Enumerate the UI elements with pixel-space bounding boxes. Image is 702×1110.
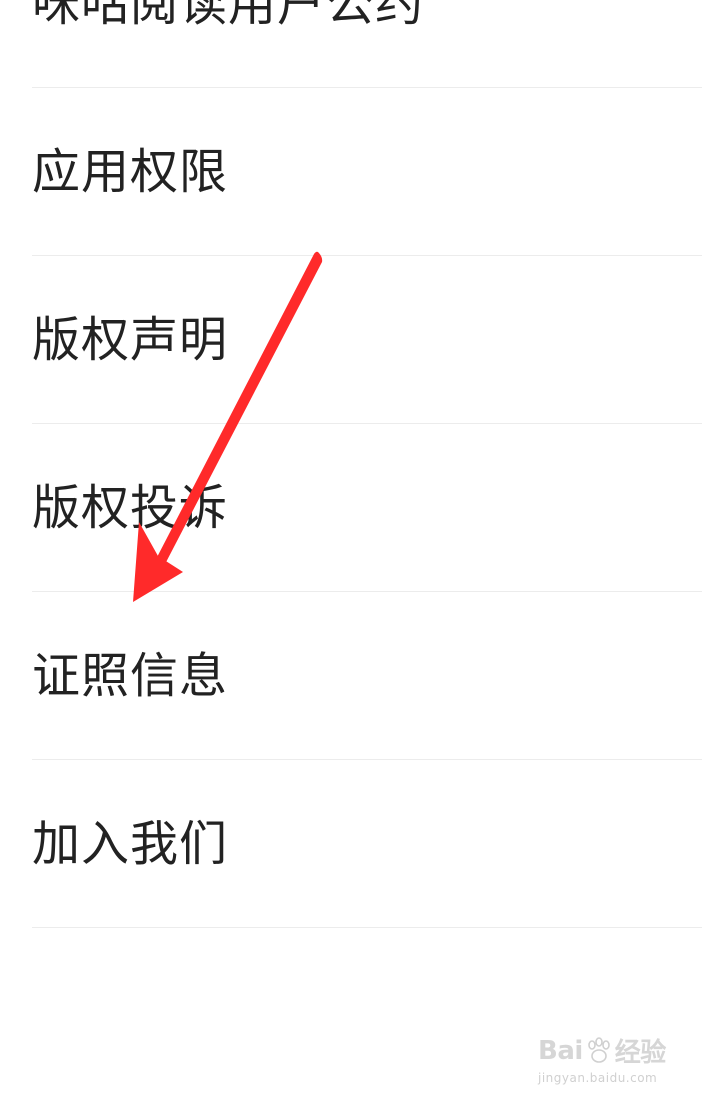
- menu-item-join-us[interactable]: 加入我们: [32, 760, 702, 928]
- watermark-brand: Bai 经验: [538, 1032, 668, 1069]
- menu-item-app-permissions[interactable]: 应用权限: [32, 88, 702, 256]
- menu-item-license-info[interactable]: 证照信息: [32, 592, 702, 760]
- watermark-brand-right: 经验: [614, 1038, 667, 1068]
- menu-item-label: 应用权限: [32, 143, 229, 200]
- baidu-paw-icon: [587, 1036, 610, 1063]
- menu-item-label: 证照信息: [32, 647, 229, 704]
- menu-item-label: 版权声明: [32, 311, 229, 368]
- watermark-url: jingyan.baidu.com: [538, 1071, 658, 1085]
- menu-item-label: 咪咕阅读用户公约: [32, 0, 425, 32]
- menu-item-copyright-statement[interactable]: 版权声明: [32, 256, 702, 424]
- menu-item-user-agreement[interactable]: 咪咕阅读用户公约: [32, 0, 702, 88]
- menu-item-copyright-complaint[interactable]: 版权投诉: [32, 424, 702, 592]
- settings-menu-list: 咪咕阅读用户公约 应用权限 版权声明 版权投诉 证照信息 加入我们: [0, 0, 702, 928]
- menu-item-label: 版权投诉: [32, 479, 229, 536]
- menu-item-label: 加入我们: [32, 815, 229, 872]
- watermark-brand-left: Bai: [538, 1035, 583, 1066]
- baidu-jingyan-watermark: Bai 经验 jingyan.baidu.com: [538, 1032, 668, 1094]
